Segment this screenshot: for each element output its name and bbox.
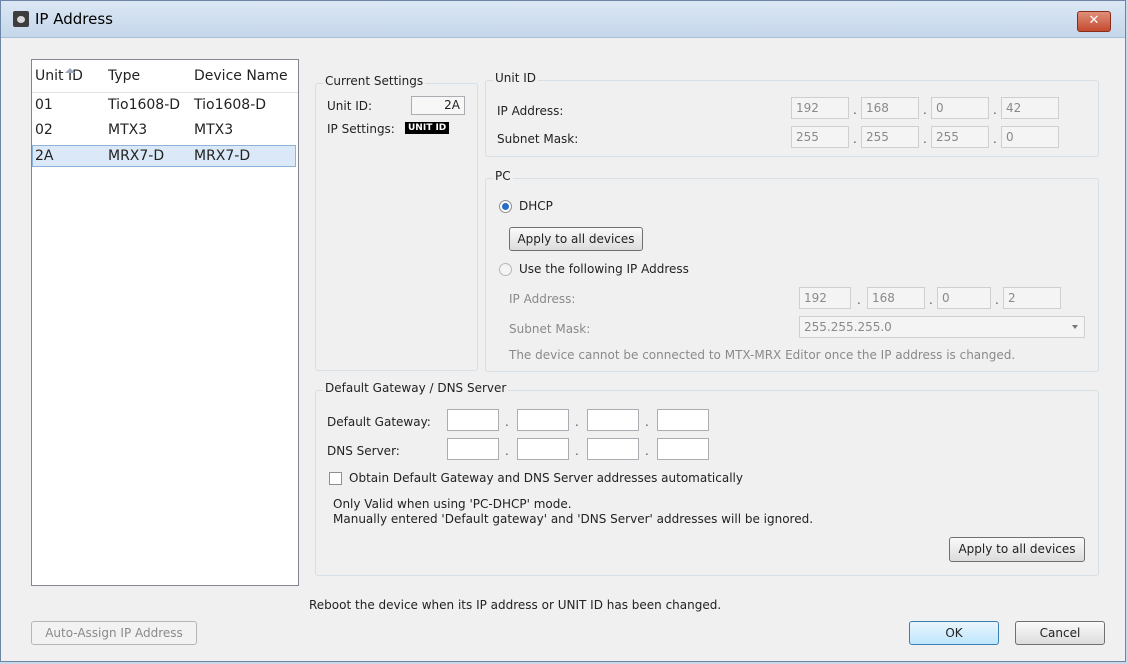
close-button[interactable]: ✕ bbox=[1077, 11, 1111, 32]
use-following-ip-radio[interactable] bbox=[499, 263, 512, 276]
gateway-octet-1[interactable] bbox=[447, 409, 499, 431]
dns-octet-2[interactable] bbox=[517, 438, 569, 460]
cell-device-name: MTX3 bbox=[194, 122, 234, 138]
unit-ip-octet-1: 192 bbox=[791, 97, 849, 119]
table-row-selected[interactable]: 2A MRX7-D MRX7-D bbox=[32, 145, 296, 167]
device-list[interactable]: Unit ID Type Device Name 01 Tio1608-D Ti… bbox=[31, 59, 299, 586]
dns-server-label: DNS Server: bbox=[327, 444, 400, 458]
ip-address-dialog: IP Address ✕ Unit ID Type Device Name 01… bbox=[0, 0, 1126, 662]
pc-subnet-value: 255.255.255.0 bbox=[804, 320, 892, 334]
obtain-auto-label[interactable]: Obtain Default Gateway and DNS Server ad… bbox=[349, 471, 743, 485]
unit-ip-octet-2: 168 bbox=[861, 97, 919, 119]
cell-type: MTX3 bbox=[108, 122, 148, 138]
title-bar: IP Address ✕ bbox=[1, 1, 1125, 38]
gateway-octet-4[interactable] bbox=[657, 409, 709, 431]
pc-apply-to-all-button[interactable]: Apply to all devices bbox=[509, 227, 643, 251]
dhcp-radio[interactable] bbox=[499, 200, 512, 213]
cell-unit-id: 2A bbox=[35, 148, 54, 164]
unit-ip-octet-3: 0 bbox=[931, 97, 989, 119]
pc-ip-address-label: IP Address: bbox=[509, 292, 576, 306]
current-unit-id-value: 2A bbox=[411, 96, 465, 115]
dhcp-label[interactable]: DHCP bbox=[519, 199, 553, 213]
pc-subnet-label: Subnet Mask: bbox=[509, 322, 591, 336]
auto-assign-ip-button[interactable]: Auto-Assign IP Address bbox=[31, 621, 197, 645]
table-row[interactable]: 01 Tio1608-D Tio1608-D bbox=[32, 95, 296, 117]
unit-subnet-label: Subnet Mask: bbox=[497, 132, 579, 146]
table-row[interactable]: 02 MTX3 MTX3 bbox=[32, 120, 296, 142]
cancel-button[interactable]: Cancel bbox=[1015, 621, 1105, 645]
unit-subnet-octet-3: 255 bbox=[931, 126, 989, 148]
reboot-note: Reboot the device when its IP address or… bbox=[309, 598, 722, 612]
ok-button[interactable]: OK bbox=[909, 621, 999, 645]
default-gateway-label: Default Gateway: bbox=[327, 415, 431, 429]
cell-unit-id: 01 bbox=[35, 97, 53, 113]
gateway-dns-title: Default Gateway / DNS Server bbox=[323, 381, 509, 395]
pc-subnet-select[interactable]: 255.255.255.0 bbox=[799, 316, 1085, 338]
cell-type: Tio1608-D bbox=[108, 97, 181, 113]
pc-ip-octet-4[interactable]: 2 bbox=[1003, 287, 1061, 309]
sort-ascending-icon bbox=[65, 68, 75, 73]
unit-subnet-octet-1: 255 bbox=[791, 126, 849, 148]
column-header-unit-id[interactable]: Unit ID bbox=[35, 68, 83, 84]
app-icon bbox=[13, 11, 29, 27]
pc-ip-octet-3[interactable]: 0 bbox=[937, 287, 991, 309]
ip-settings-badge: UNIT ID bbox=[405, 122, 450, 134]
gateway-apply-to-all-button[interactable]: Apply to all devices bbox=[949, 537, 1085, 562]
unit-ip-address-label: IP Address: bbox=[497, 104, 564, 118]
pc-ip-change-note: The device cannot be connected to MTX-MR… bbox=[509, 348, 1016, 362]
cell-unit-id: 02 bbox=[35, 122, 53, 138]
obtain-auto-checkbox[interactable] bbox=[329, 472, 342, 485]
dns-octet-1[interactable] bbox=[447, 438, 499, 460]
manual-entry-note: Manually entered 'Default gateway' and '… bbox=[333, 512, 814, 526]
list-header: Unit ID Type Device Name bbox=[32, 60, 298, 93]
column-header-type[interactable]: Type bbox=[108, 68, 140, 84]
current-settings-title: Current Settings bbox=[323, 74, 426, 88]
dhcp-mode-note: Only Valid when using 'PC-DHCP' mode. bbox=[333, 497, 572, 511]
unit-subnet-octet-4: 0 bbox=[1001, 126, 1059, 148]
dns-octet-4[interactable] bbox=[657, 438, 709, 460]
unit-id-group-title: Unit ID bbox=[493, 71, 539, 85]
dns-octet-3[interactable] bbox=[587, 438, 639, 460]
current-unit-id-label: Unit ID: bbox=[327, 99, 373, 113]
ip-settings-label: IP Settings: bbox=[327, 122, 395, 136]
cell-device-name: MRX7-D bbox=[194, 148, 251, 164]
chevron-down-icon bbox=[1072, 325, 1078, 329]
cell-device-name: Tio1608-D bbox=[194, 97, 267, 113]
pc-group-title: PC bbox=[493, 169, 513, 183]
unit-ip-octet-4: 42 bbox=[1001, 97, 1059, 119]
use-following-ip-label[interactable]: Use the following IP Address bbox=[519, 262, 689, 276]
gateway-octet-2[interactable] bbox=[517, 409, 569, 431]
unit-subnet-octet-2: 255 bbox=[861, 126, 919, 148]
gateway-octet-3[interactable] bbox=[587, 409, 639, 431]
window-title: IP Address bbox=[35, 10, 113, 28]
pc-ip-octet-1[interactable]: 192 bbox=[799, 287, 851, 309]
pc-ip-octet-2[interactable]: 168 bbox=[867, 287, 925, 309]
cell-type: MRX7-D bbox=[108, 148, 165, 164]
column-header-device-name[interactable]: Device Name bbox=[194, 68, 294, 84]
